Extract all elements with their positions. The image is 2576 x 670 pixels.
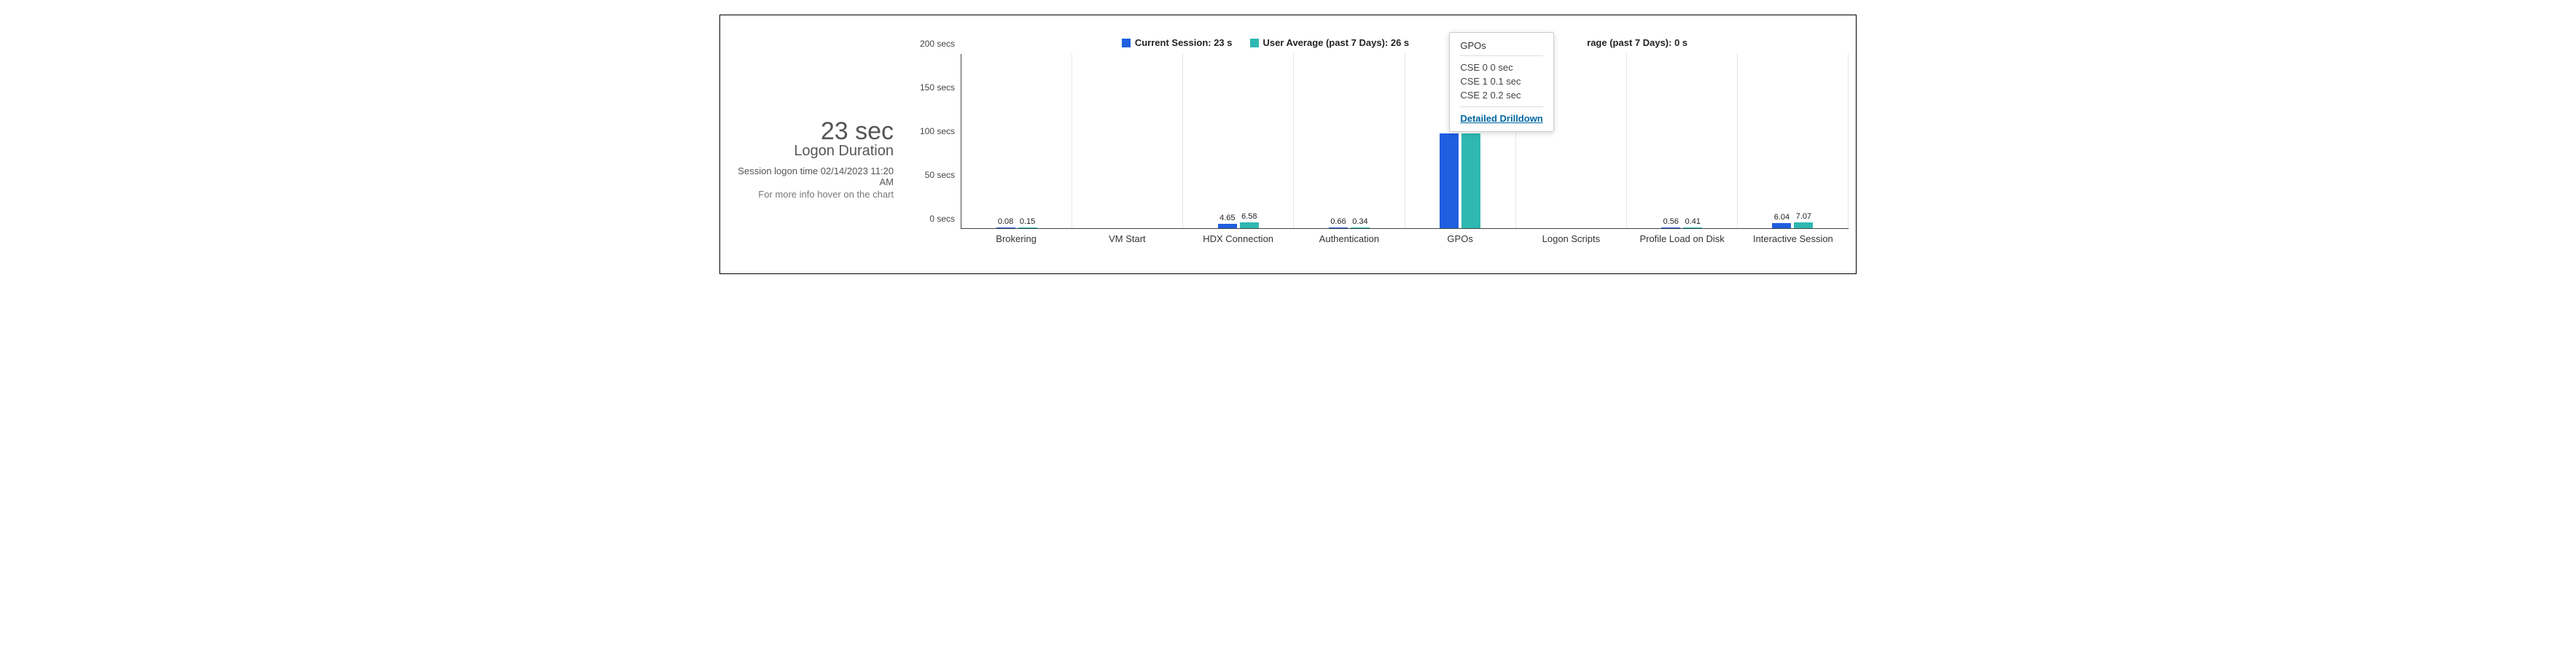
bar-label: 0.66: [1330, 217, 1346, 226]
bar-label: 0.08: [998, 217, 1013, 226]
bar-auth-current[interactable]: 0.66: [1329, 227, 1348, 228]
bar-label: 0.41: [1685, 217, 1701, 226]
logon-duration-panel: 23 sec Logon Duration Session logon time…: [719, 15, 1857, 274]
legend-current-session[interactable]: Current Session: 23 s: [1122, 37, 1233, 48]
y-tick-50: 50 secs: [925, 170, 955, 180]
bar-hdx-avg[interactable]: 6.58: [1240, 222, 1259, 228]
x-label-interactive: Interactive Session: [1738, 229, 1849, 244]
session-logon-time: Session logon time 02/14/2023 11:20 AM: [727, 165, 894, 187]
bars-gpos: [1440, 133, 1480, 228]
bar-brokering-avg[interactable]: 0.15: [1018, 227, 1037, 228]
x-label-profile: Profile Load on Disk: [1627, 229, 1738, 244]
hover-hint: For more info hover on the chart: [727, 189, 894, 200]
bars-profile: 0.56 0.41: [1661, 227, 1702, 228]
bar-profile-avg[interactable]: 0.41: [1683, 227, 1702, 228]
category-hdx-connection[interactable]: 4.65 6.58: [1183, 54, 1294, 228]
legend-third-partial[interactable]: rage (past 7 Days): 0 s: [1587, 37, 1687, 48]
plot-wrap: 0 secs 50 secs 100 secs 150 secs 200 sec…: [902, 54, 1849, 229]
bar-label: 6.04: [1774, 213, 1789, 222]
y-tick-150: 150 secs: [920, 82, 955, 93]
bar-label: 0.15: [1020, 217, 1035, 226]
x-label-gpos: GPOs: [1405, 229, 1515, 244]
legend-user-average[interactable]: User Average (past 7 Days): 26 s: [1250, 37, 1410, 48]
legend-third-label: rage (past 7 Days): 0 s: [1587, 37, 1687, 48]
x-label-auth: Authentication: [1294, 229, 1405, 244]
tooltip-title: GPOs: [1460, 40, 1542, 56]
legend-current-label: Current Session: 23 s: [1135, 37, 1233, 48]
tooltip-row-0: CSE 0 0 sec: [1460, 62, 1542, 73]
bar-auth-avg[interactable]: 0.34: [1351, 227, 1370, 228]
bar-brokering-current[interactable]: 0.08: [996, 227, 1015, 228]
bar-gpos-avg[interactable]: [1461, 133, 1480, 228]
bars-brokering: 0.08 0.15: [996, 227, 1037, 228]
chart-area: Current Session: 23 s User Average (past…: [902, 37, 1849, 244]
category-brokering[interactable]: 0.08 0.15: [961, 54, 1072, 228]
chart-legend: Current Session: 23 s User Average (past…: [902, 37, 1849, 48]
category-interactive-session[interactable]: 6.04 7.07: [1738, 54, 1849, 228]
tooltip-drilldown-link[interactable]: Detailed Drilldown: [1460, 106, 1542, 124]
y-tick-0: 0 secs: [929, 214, 955, 224]
legend-user-avg-label: User Average (past 7 Days): 26 s: [1263, 37, 1410, 48]
bar-label: 4.65: [1219, 214, 1235, 222]
plot[interactable]: 0.08 0.15 4.65: [961, 54, 1849, 229]
bar-profile-current[interactable]: 0.56: [1661, 227, 1680, 228]
bar-interactive-current[interactable]: 6.04: [1772, 223, 1791, 228]
bar-label: 0.56: [1663, 217, 1679, 226]
y-tick-100: 100 secs: [920, 126, 955, 136]
bars-hdx: 4.65 6.58: [1218, 222, 1259, 228]
y-axis: 0 secs 50 secs 100 secs 150 secs 200 sec…: [902, 54, 961, 229]
category-vm-start[interactable]: [1072, 54, 1183, 228]
bar-hdx-current[interactable]: 4.65: [1218, 224, 1237, 228]
y-tick-200: 200 secs: [920, 39, 955, 49]
bars-auth: 0.66 0.34: [1329, 227, 1370, 228]
bar-interactive-avg[interactable]: 7.07: [1794, 222, 1813, 229]
logon-duration-value: 23 sec: [727, 117, 894, 146]
legend-swatch-teal: [1250, 39, 1259, 47]
x-label-logon-scripts: Logon Scripts: [1515, 229, 1626, 244]
category-authentication[interactable]: 0.66 0.34: [1294, 54, 1405, 228]
summary-panel: 23 sec Logon Duration Session logon time…: [727, 37, 902, 244]
bar-label: 0.34: [1352, 217, 1367, 226]
bar-gpos-current[interactable]: [1440, 133, 1459, 228]
bar-label: 6.58: [1241, 212, 1257, 221]
bars-interactive: 6.04 7.07: [1772, 222, 1813, 229]
bar-label: 7.07: [1796, 212, 1811, 221]
x-label-brokering: Brokering: [961, 229, 1072, 244]
logon-duration-label: Logon Duration: [727, 143, 894, 160]
tooltip-row-1: CSE 1 0.1 sec: [1460, 76, 1542, 87]
tooltip-row-2: CSE 2 0.2 sec: [1460, 90, 1542, 101]
x-axis: Brokering VM Start HDX Connection Authen…: [961, 229, 1849, 244]
x-label-vm-start: VM Start: [1072, 229, 1182, 244]
x-label-hdx: HDX Connection: [1183, 229, 1294, 244]
legend-swatch-blue: [1122, 39, 1131, 47]
gpo-tooltip: GPOs CSE 0 0 sec CSE 1 0.1 sec CSE 2 0.2…: [1449, 32, 1553, 132]
category-profile-load[interactable]: 0.56 0.41: [1627, 54, 1738, 228]
